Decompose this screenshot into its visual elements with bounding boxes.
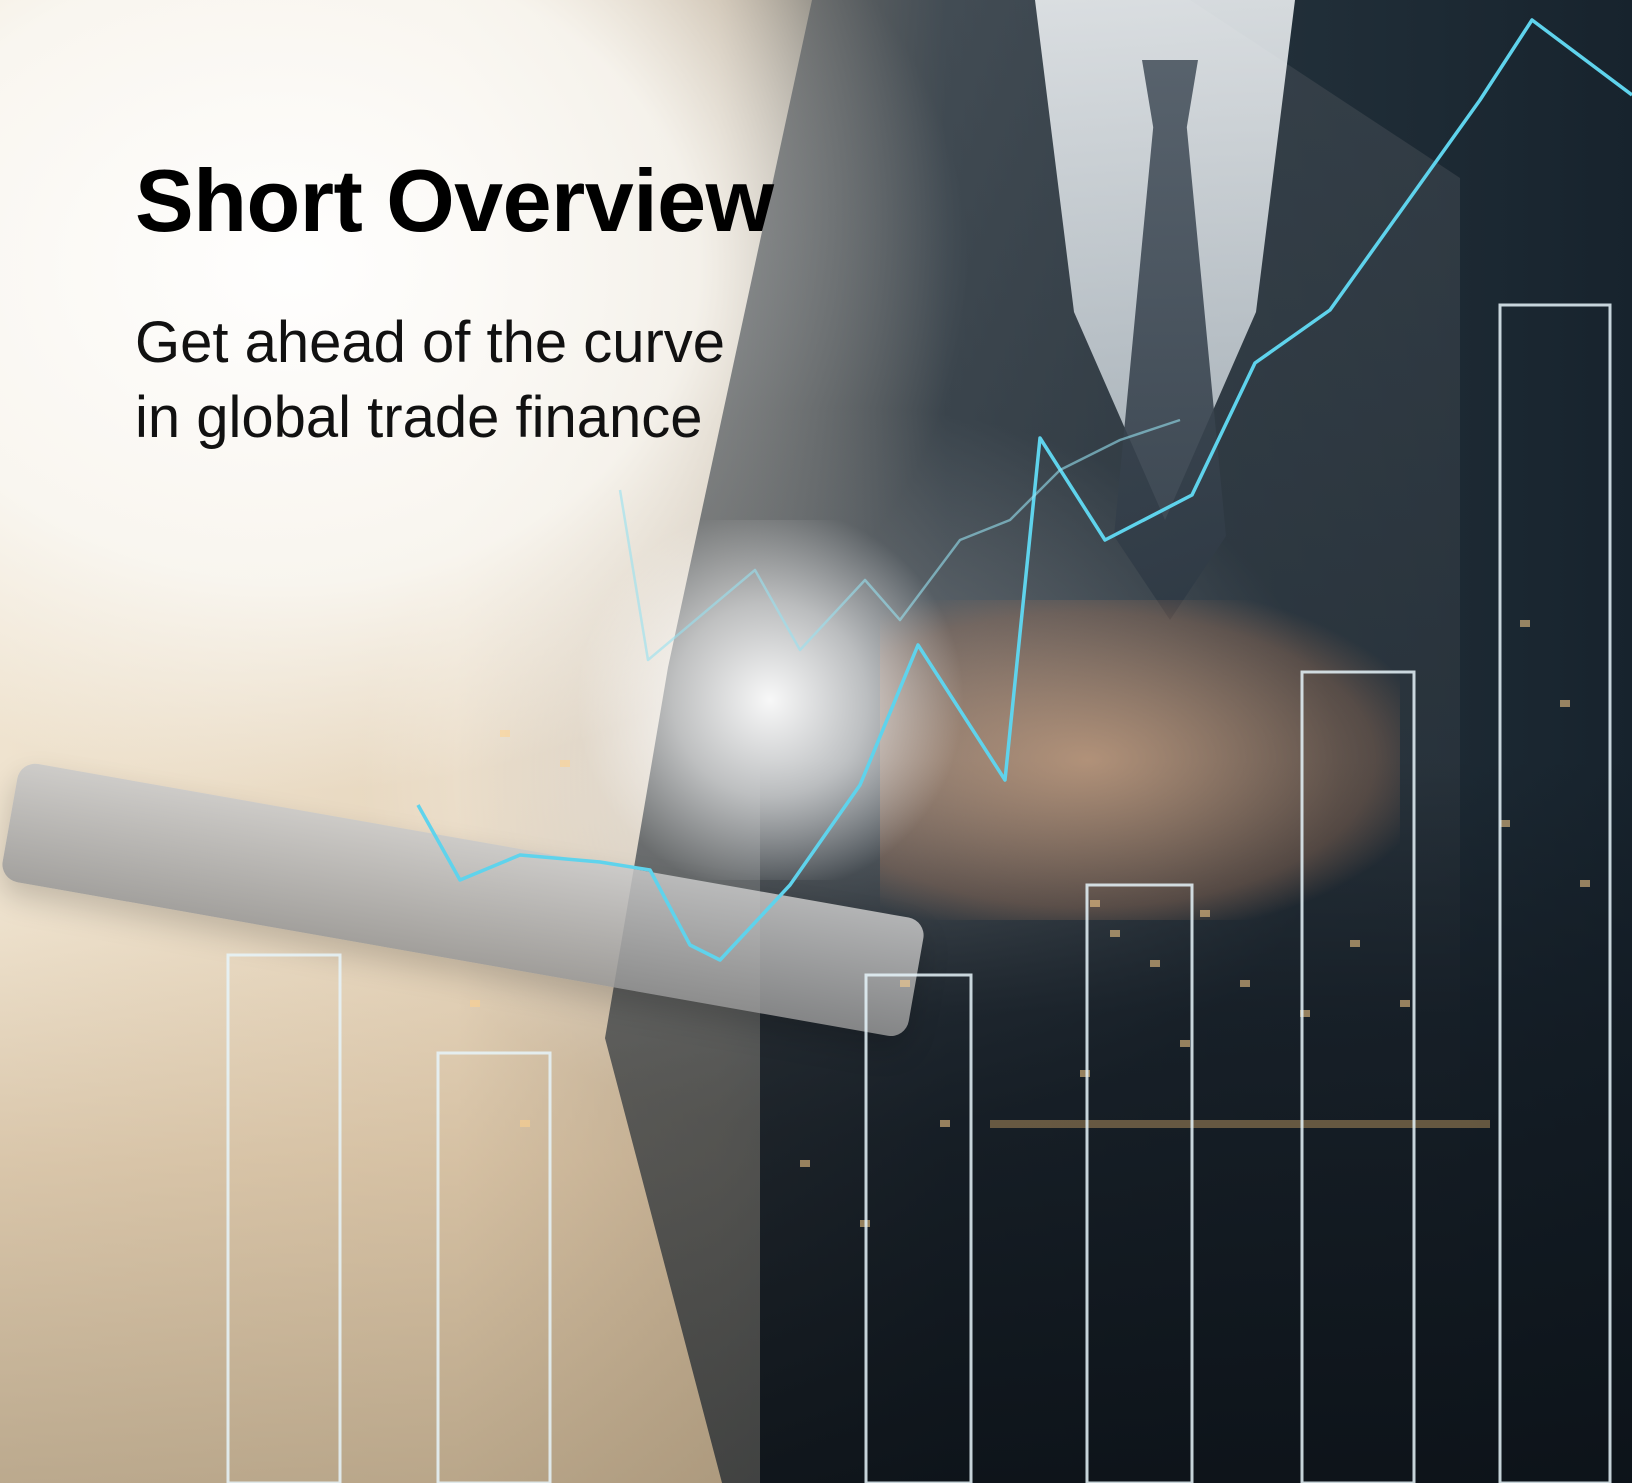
- building-windows: [470, 620, 1590, 1227]
- bar-outline: [1300, 670, 1416, 1483]
- cover-subtitle-line: Get ahead of the curve: [135, 310, 726, 375]
- cover-page: Short Overview Get ahead of the curve in…: [0, 0, 1632, 1483]
- bar-outline: [1498, 303, 1612, 1483]
- bar-chart-outlines: [226, 303, 1612, 1483]
- cover-title: Short Overview: [135, 151, 774, 250]
- cover-subtitle: Get ahead of the curve in global trade f…: [135, 305, 725, 456]
- bar-outline: [864, 973, 973, 1483]
- bar-outline: [436, 1051, 552, 1483]
- bar-outline: [226, 953, 342, 1483]
- cover-subtitle-line: in global trade finance: [135, 385, 703, 451]
- bar-outline: [1085, 883, 1194, 1483]
- trend-line-secondary: [618, 418, 1181, 662]
